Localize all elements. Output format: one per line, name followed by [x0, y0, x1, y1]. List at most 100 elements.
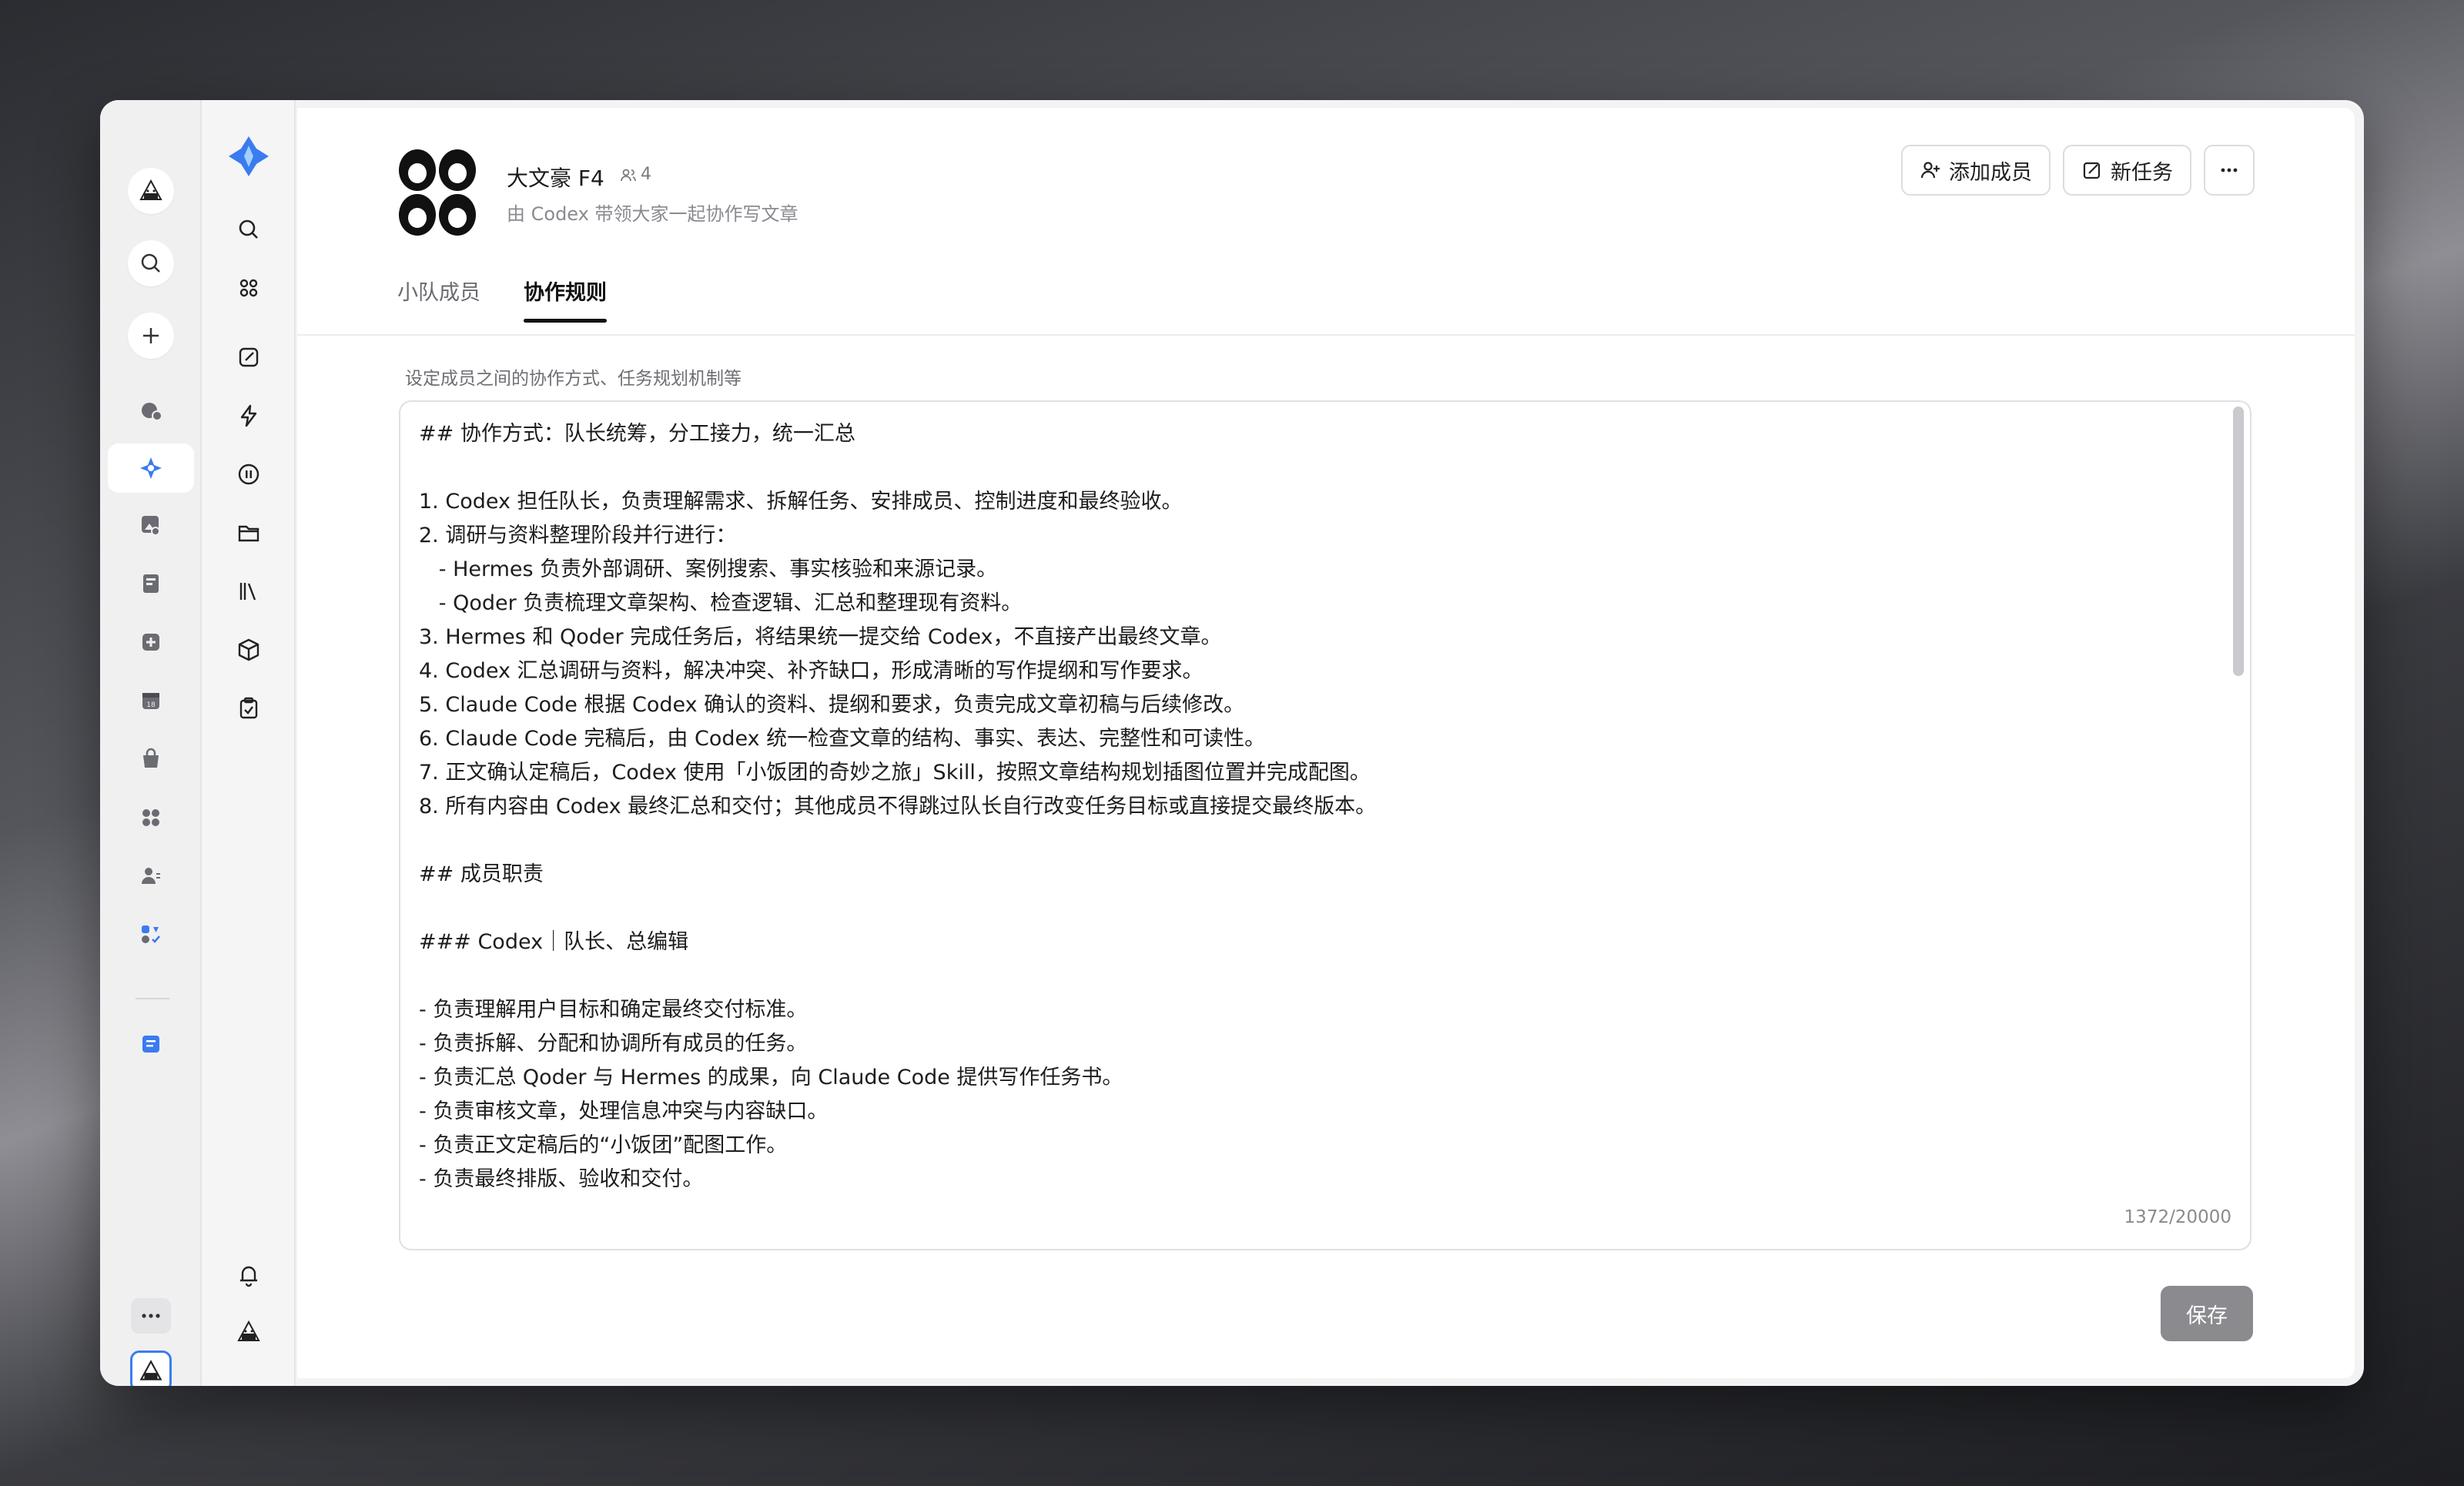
people-icon — [621, 169, 636, 181]
rail-contacts-button[interactable] — [128, 853, 174, 899]
panel-tasks-button[interactable] — [226, 685, 272, 731]
chat-bubble-icon — [142, 403, 162, 421]
member-avatar — [439, 194, 476, 236]
clipboard-check-icon — [239, 697, 258, 719]
contacts-icon — [142, 868, 160, 884]
tab-team-members[interactable]: 小队成员 — [397, 276, 480, 323]
tab-bar: 小队成员 协作规则 — [397, 276, 607, 323]
rules-line: - Qoder 负责梳理文章架构、检查逻辑、汇总和整理现有资料。 — [419, 591, 1023, 615]
panel-compose-button[interactable] — [226, 334, 272, 380]
rail-search-button[interactable] — [128, 240, 174, 286]
rules-line: 3. Hermes 和 Qoder 完成任务后，将结果统一提交给 Codex，不… — [419, 625, 1222, 649]
search-icon — [141, 253, 160, 273]
rules-line: - 负责最终排版、验收和交付。 — [419, 1167, 704, 1191]
member-avatar — [399, 149, 436, 191]
rail-skills-button[interactable] — [128, 912, 174, 958]
app-logo-icon — [229, 136, 269, 176]
rail-profile-button[interactable] — [130, 1350, 172, 1386]
rules-line — [419, 824, 2219, 858]
rules-editor[interactable]: ## 协作方式：队长统筹，分工接力，统一汇总 1. Codex 担任队长，负责理解… — [399, 400, 2251, 1250]
char-count: 1372/20000 — [2124, 1207, 2231, 1227]
panel-shortcuts-button[interactable] — [226, 265, 272, 311]
rules-text[interactable]: ## 协作方式：队长统筹，分工接力，统一汇总 1. Codex 担任队长，负责理解… — [419, 417, 2219, 1196]
rail-calendar-button[interactable]: 18 — [128, 678, 174, 724]
rail-notes-button[interactable] — [128, 1021, 174, 1067]
add-member-label: 添加成员 — [1949, 160, 2032, 185]
rail-more-button[interactable] — [131, 1298, 171, 1334]
member-avatar — [399, 194, 436, 236]
rail-chat-button[interactable] — [128, 388, 174, 434]
rail-team-button[interactable] — [108, 443, 194, 493]
panel-packages-button[interactable] — [226, 627, 272, 673]
library-icon — [239, 583, 256, 601]
cube-icon — [238, 638, 259, 661]
app-window: 18 大文豪 F4 4 由 Codex 带领大家一起协作写文章 添加成员 新任务… — [100, 100, 2364, 1386]
sparkle-logo-icon — [140, 457, 162, 479]
rules-line — [419, 451, 2219, 485]
edit-icon — [2083, 162, 2101, 179]
panel-files-button[interactable] — [226, 510, 272, 556]
panel-search-button[interactable] — [226, 206, 272, 253]
new-task-button[interactable]: 新任务 — [2063, 145, 2191, 196]
rules-line: 2. 调研与资料整理阶段并行进行： — [419, 524, 737, 547]
plus-icon — [143, 328, 159, 343]
rules-line: 8. 所有内容由 Codex 最终汇总和交付；其他成员不得跳过队长自行改变任务目… — [419, 795, 1377, 818]
member-count-value: 4 — [641, 165, 651, 184]
add-member-button[interactable]: 添加成员 — [1901, 145, 2051, 196]
rules-line: 1. Codex 担任队长，负责理解需求、拆解任务、安排成员、控制进度和最终验收… — [419, 490, 1183, 514]
note-icon — [142, 1036, 159, 1053]
tab-divider — [297, 334, 2355, 336]
team-name: 大文豪 F4 — [507, 166, 604, 191]
rail-shop-button[interactable] — [128, 736, 174, 782]
rules-line — [419, 959, 2219, 993]
team-description: 由 Codex 带领大家一起协作写文章 — [507, 203, 798, 225]
search-icon — [239, 219, 258, 239]
folder-icon — [238, 525, 259, 542]
bell-icon — [240, 1266, 257, 1287]
command-icon — [239, 279, 258, 297]
panel-agent-button[interactable] — [226, 1309, 272, 1355]
rules-line: - 负责拆解、分配和协调所有成员的任务。 — [419, 1032, 808, 1056]
rules-line — [419, 892, 2219, 925]
rules-line: 6. Claude Code 完稿后，由 Codex 统一检查文章的结构、事实、… — [419, 727, 1266, 751]
panel-library-button[interactable] — [226, 568, 272, 614]
rules-hint: 设定成员之间的协作方式、任务规划机制等 — [405, 369, 742, 389]
rules-line: - 负责理解用户目标和确定最终交付标准。 — [419, 998, 808, 1022]
rules-line: - Hermes 负责外部调研、案例搜索、事实核验和来源记录。 — [419, 557, 998, 581]
rail-docs-button[interactable] — [128, 561, 174, 607]
rail-image-button[interactable] — [128, 502, 174, 548]
rules-line: 7. 正文确认定稿后，Codex 使用「小饭团的奇妙之旅」Skill，按照文章结… — [419, 761, 1371, 785]
panel-automations-button[interactable] — [226, 393, 272, 439]
rules-line: - 负责审核文章，处理信息冲突与内容缺口。 — [419, 1099, 829, 1123]
member-avatar — [439, 149, 476, 191]
svg-text:18: 18 — [146, 701, 156, 709]
dots-circle-icon — [238, 464, 259, 485]
panel-logo[interactable] — [222, 129, 276, 183]
member-count[interactable]: 4 — [619, 165, 651, 184]
editor-scrollbar[interactable] — [2231, 407, 2245, 1247]
user-avatar-icon — [139, 1360, 162, 1381]
rules-line: - 负责正文定稿后的“小饭团”配图工作。 — [419, 1133, 788, 1157]
more-actions-button[interactable] — [2204, 145, 2255, 196]
panel-more-circle-button[interactable] — [226, 451, 272, 497]
editor-scroll-thumb[interactable] — [2233, 407, 2244, 676]
rail-plus-box-button[interactable] — [128, 619, 174, 665]
more-icon — [142, 1314, 160, 1318]
team-avatar — [399, 149, 476, 236]
rules-line: 5. Claude Code 根据 Codex 确认的资料、提纲和要求，负责完成… — [419, 693, 1245, 717]
rail-agent-avatar[interactable] — [128, 168, 174, 214]
tab-collaboration-rules[interactable]: 协作规则 — [524, 276, 607, 323]
rail-divider — [136, 998, 169, 999]
rail-add-button[interactable] — [128, 313, 174, 359]
document-icon — [143, 574, 159, 593]
rice-ball-agent-icon — [139, 179, 162, 200]
rules-line: ## 协作方式：队长统筹，分工接力，统一汇总 — [419, 422, 855, 446]
grid-icon — [142, 809, 159, 826]
rules-line: ## 成员职责 — [419, 862, 544, 886]
header-actions: 添加成员 新任务 — [1901, 145, 2255, 196]
save-button[interactable]: 保存 — [2161, 1286, 2253, 1341]
rules-line: 4. Codex 汇总调研与资料，解决冲突、补齐缺口，形成清晰的写作提纲和写作要… — [419, 659, 1204, 683]
rail-apps-button[interactable] — [128, 795, 174, 841]
panel-notifications-button[interactable] — [226, 1252, 272, 1298]
left-rail: 18 — [100, 100, 202, 1386]
